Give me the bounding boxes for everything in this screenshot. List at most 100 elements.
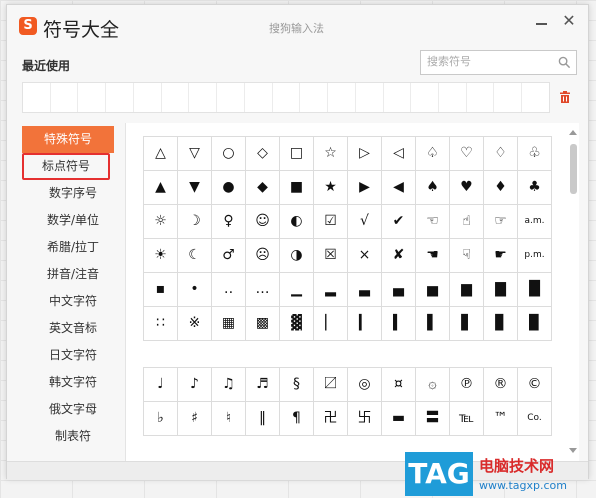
symbol-cell[interactable]: ▂	[314, 273, 348, 307]
recent-symbol-slot[interactable]	[51, 83, 79, 112]
symbol-cell[interactable]: ♯	[178, 402, 212, 436]
trash-icon[interactable]	[558, 90, 572, 104]
sidebar-item-box-drawing[interactable]: 制表符	[22, 423, 124, 450]
symbol-cell[interactable]: ▃	[348, 273, 382, 307]
symbol-cell[interactable]: p.m.	[518, 239, 552, 273]
symbol-cell[interactable]: •	[178, 273, 212, 307]
symbol-cell[interactable]: ☾	[178, 239, 212, 273]
recent-symbol-slot[interactable]	[162, 83, 190, 112]
symbol-cell[interactable]: ▪	[144, 273, 178, 307]
sidebar-item-korean[interactable]: 韩文字符	[22, 369, 124, 396]
symbol-cell[interactable]: ♧	[518, 137, 552, 171]
recent-symbol-slot[interactable]	[78, 83, 107, 112]
recent-symbol-slot[interactable]	[467, 83, 495, 112]
symbol-cell[interactable]: ◆	[246, 171, 280, 205]
scroll-thumb[interactable]	[570, 144, 577, 194]
symbol-cell[interactable]: ▉	[518, 307, 552, 341]
symbol-cell[interactable]: ◁	[382, 137, 416, 171]
sidebar-item-japanese[interactable]: 日文字符	[22, 342, 124, 369]
symbol-cell[interactable]: ▅	[416, 273, 450, 307]
sidebar-item-phonetics[interactable]: 英文音标	[22, 315, 124, 342]
symbol-cell[interactable]: ♬	[246, 368, 280, 402]
recent-symbol-slot[interactable]	[23, 83, 51, 112]
symbol-cell[interactable]: §	[280, 368, 314, 402]
symbol-cell[interactable]: ▆	[450, 273, 484, 307]
symbol-cell[interactable]: ■	[280, 171, 314, 205]
symbol-cell[interactable]: ▍	[382, 307, 416, 341]
recent-symbol-slot[interactable]	[106, 83, 134, 112]
sidebar-item-russian[interactable]: 俄文字母	[22, 396, 124, 423]
symbol-cell[interactable]: ©	[518, 368, 552, 402]
symbol-cell[interactable]: ¶	[280, 402, 314, 436]
symbol-cell[interactable]: ☼	[144, 205, 178, 239]
sidebar-item-numbers[interactable]: 数字序号	[22, 180, 124, 207]
symbol-cell[interactable]: ▋	[450, 307, 484, 341]
symbol-cell[interactable]: ☛	[484, 239, 518, 273]
symbol-cell[interactable]: ¤	[382, 368, 416, 402]
close-button[interactable]: ✕	[560, 11, 578, 31]
symbol-cell[interactable]: ★	[314, 171, 348, 205]
recent-symbol-slot[interactable]	[439, 83, 467, 112]
symbol-cell[interactable]: ♩	[144, 368, 178, 402]
symbol-cell[interactable]: ♪	[178, 368, 212, 402]
recent-symbol-slot[interactable]	[245, 83, 273, 112]
symbol-cell[interactable]: ✔	[382, 205, 416, 239]
sidebar-item-math-units[interactable]: 数学/单位	[22, 207, 124, 234]
symbol-cell[interactable]: ▬	[382, 402, 416, 436]
symbol-cell[interactable]: 〓	[416, 402, 450, 436]
symbol-cell[interactable]: ☑	[314, 205, 348, 239]
symbol-cell[interactable]: Co.	[518, 402, 552, 436]
recent-symbol-slot[interactable]	[273, 83, 301, 112]
symbol-cell[interactable]: █	[518, 273, 552, 307]
symbol-cell[interactable]: ☒	[314, 239, 348, 273]
symbol-cell[interactable]: ☹	[246, 239, 280, 273]
sidebar-item-chinese[interactable]: 中文字符	[22, 288, 124, 315]
symbol-cell[interactable]: ♠	[416, 171, 450, 205]
symbol-cell[interactable]: ♥	[450, 171, 484, 205]
symbol-cell[interactable]: ♣	[518, 171, 552, 205]
symbol-cell[interactable]: ▲	[144, 171, 178, 205]
symbol-cell[interactable]: ™	[484, 402, 518, 436]
scroll-up-arrow-icon[interactable]	[569, 130, 577, 135]
symbol-cell[interactable]: ♤	[416, 137, 450, 171]
search-input[interactable]	[427, 55, 552, 68]
symbol-cell[interactable]: ℡	[450, 402, 484, 436]
recent-symbol-slot[interactable]	[189, 83, 218, 112]
symbol-cell[interactable]: ♮	[212, 402, 246, 436]
symbol-cell[interactable]: ◎	[348, 368, 382, 402]
symbol-cell[interactable]: ☽	[178, 205, 212, 239]
sidebar-item-punctuation[interactable]: 标点符号	[22, 153, 110, 180]
sidebar-item-greek-latin[interactable]: 希腊/拉丁	[22, 234, 124, 261]
search-box[interactable]	[420, 50, 577, 75]
symbol-cell[interactable]: ☆	[314, 137, 348, 171]
search-icon[interactable]	[558, 56, 571, 69]
symbol-cell[interactable]: ℗	[450, 368, 484, 402]
symbol-cell[interactable]: ☺	[246, 205, 280, 239]
symbol-cell[interactable]: ▎	[348, 307, 382, 341]
symbol-cell[interactable]: ▽	[178, 137, 212, 171]
symbol-cell[interactable]: 〼	[314, 368, 348, 402]
recent-symbol-slot[interactable]	[217, 83, 245, 112]
symbol-cell[interactable]: ۞	[416, 368, 450, 402]
symbol-cell[interactable]: √	[348, 205, 382, 239]
symbol-cell[interactable]: ☝	[450, 205, 484, 239]
symbol-cell[interactable]: □	[280, 137, 314, 171]
symbol-cell[interactable]: ▷	[348, 137, 382, 171]
recent-symbol-slot[interactable]	[494, 83, 523, 112]
symbol-cell[interactable]: ♀	[212, 205, 246, 239]
symbol-cell[interactable]: ▼	[178, 171, 212, 205]
symbol-cell[interactable]: ◐	[280, 205, 314, 239]
symbol-cell[interactable]: ▁	[280, 273, 314, 307]
symbol-cell[interactable]: ▩	[246, 307, 280, 341]
symbol-cell[interactable]: ‖	[246, 402, 280, 436]
symbol-cell[interactable]: ∷	[144, 307, 178, 341]
symbol-cell[interactable]: ◑	[280, 239, 314, 273]
symbol-cell[interactable]: ▊	[484, 307, 518, 341]
symbol-cell[interactable]: ✘	[382, 239, 416, 273]
scrollbar[interactable]	[568, 130, 578, 453]
symbol-cell[interactable]: ▌	[416, 307, 450, 341]
symbol-cell[interactable]: 卍	[314, 402, 348, 436]
symbol-cell[interactable]: ♦	[484, 171, 518, 205]
symbol-cell[interactable]: 卐	[348, 402, 382, 436]
symbol-cell[interactable]: ●	[212, 171, 246, 205]
